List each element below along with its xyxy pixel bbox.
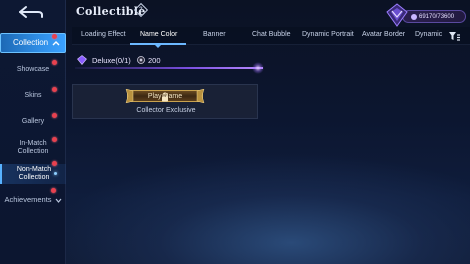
notification-dot [52, 161, 57, 166]
tab-banner[interactable]: Banner [203, 31, 226, 38]
sidebar-item-achievements[interactable]: Achievements [0, 195, 66, 205]
sidebar-item-label: Achievements [4, 195, 52, 204]
section-title: Deluxe(0/1) [92, 56, 131, 65]
wing-left-icon [125, 89, 134, 103]
active-indicator-icon [54, 172, 57, 175]
sidebar-item-in-match-collection[interactable]: In-Match Collection [0, 140, 66, 156]
currency-value: 69170/73600 [419, 13, 455, 20]
sidebar-item-label: Skins [24, 92, 42, 99]
currency-pill: 69170/73600 [402, 10, 466, 23]
sidebar-item-showcase[interactable]: Showcase [0, 66, 66, 76]
notification-dot [52, 113, 57, 118]
sidebar-item-label: Collection [13, 38, 49, 47]
card-label: Collector Exclusive [136, 107, 196, 114]
nameplate-preview: Play Name [125, 89, 205, 103]
tab-loading-effect[interactable]: Loading Effect [81, 31, 126, 38]
tab-dynamic[interactable]: Dynamic [415, 31, 442, 38]
points-icon [137, 56, 145, 64]
coin-icon [411, 13, 417, 20]
lock-icon [162, 92, 168, 102]
sidebar-item-label: Gallery [21, 118, 45, 125]
tab-avatar-border[interactable]: Avatar Border [362, 31, 405, 38]
notification-dot [52, 60, 57, 65]
sidebar-item-label: In-Match Collection [17, 140, 49, 155]
notification-dot [52, 137, 57, 142]
sidebar-item-label: Showcase [16, 66, 50, 73]
notification-dot [51, 188, 56, 193]
sidebar: Collection Showcase Skins Gallery In-Mat… [0, 0, 66, 264]
back-button[interactable] [8, 3, 54, 21]
section-divider [75, 67, 263, 69]
sidebar-item-skins[interactable]: Skins [0, 92, 66, 102]
tab-chat-bubble[interactable]: Chat Bubble [252, 31, 291, 38]
diamond-emblem-icon [386, 3, 408, 27]
section-points: 200 [148, 56, 161, 65]
filter-icon[interactable] [447, 29, 461, 43]
category-tabs: Loading Effect Name Color Banner Chat Bu… [72, 27, 470, 48]
chevron-down-icon [55, 198, 62, 203]
name-color-card[interactable]: Play Name Collector Exclusive [72, 84, 258, 119]
notification-dot [52, 34, 57, 39]
sidebar-item-label: Non-Match Collection [16, 166, 52, 181]
sidebar-item-gallery[interactable]: Gallery [0, 118, 66, 128]
deluxe-gem-icon [77, 55, 87, 65]
back-arrow-icon [19, 6, 43, 18]
notification-dot [52, 87, 57, 92]
currency-display: 69170/73600 [384, 2, 466, 28]
tab-dynamic-portrait[interactable]: Dynamic Portrait [302, 31, 354, 38]
wing-right-icon [196, 89, 205, 103]
active-tab-caret-icon [155, 45, 161, 48]
divider-spark [252, 62, 264, 74]
chevron-up-icon [52, 41, 60, 46]
tab-name-color[interactable]: Name Color [140, 31, 177, 38]
